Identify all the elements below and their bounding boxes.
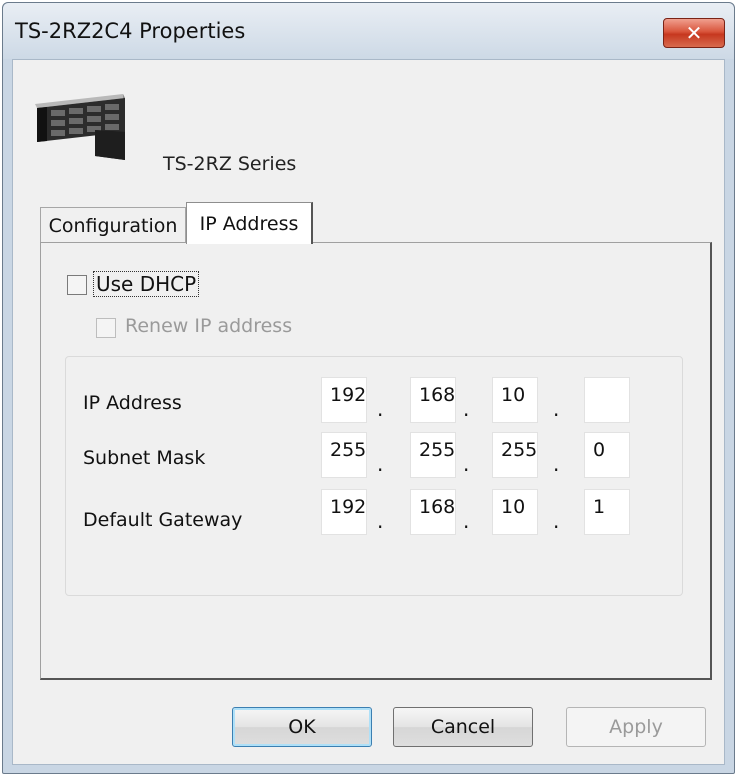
- tab-configuration[interactable]: Configuration: [40, 207, 186, 243]
- default-gateway-octet-1[interactable]: 192: [321, 489, 367, 535]
- renew-ip-label[interactable]: Renew IP address: [125, 315, 292, 337]
- cancel-button[interactable]: Cancel: [393, 707, 533, 747]
- dialog-body: TS-2RZ Series Configuration IP Address U…: [12, 59, 725, 765]
- subnet-mask-separator: .: [463, 452, 470, 476]
- default-gateway-separator: .: [377, 509, 384, 533]
- renew-ip-checkbox[interactable]: [96, 318, 116, 338]
- cancel-button-label: Cancel: [430, 716, 496, 738]
- ip-address-tab-panel: Use DHCP Renew IP address IP Address 192…: [40, 242, 712, 680]
- ip-address-octet-1[interactable]: 192: [321, 377, 367, 423]
- properties-dialog: TS-2RZ2C4 Properties ✕ TS-2RZ Series Con…: [2, 2, 735, 774]
- device-image: [35, 94, 125, 160]
- default-gateway-octet-4[interactable]: 1: [584, 489, 630, 535]
- device-series-label: TS-2RZ Series: [163, 153, 297, 175]
- default-gateway-octet-3[interactable]: 10: [492, 489, 538, 535]
- subnet-mask-label: Subnet Mask: [83, 447, 206, 469]
- tab-ip-address-label: IP Address: [199, 212, 299, 235]
- ip-address-separator: .: [463, 397, 470, 421]
- ok-button[interactable]: OK: [232, 707, 372, 747]
- title-bar[interactable]: TS-2RZ2C4 Properties ✕: [3, 3, 734, 59]
- subnet-mask-separator: .: [377, 452, 384, 476]
- close-icon: ✕: [685, 21, 703, 45]
- subnet-mask-separator: .: [553, 452, 560, 476]
- ip-address-label: IP Address: [83, 392, 182, 414]
- default-gateway-separator: .: [463, 509, 470, 533]
- use-dhcp-checkbox[interactable]: [67, 275, 87, 295]
- apply-button-label: Apply: [609, 716, 663, 738]
- apply-button[interactable]: Apply: [566, 707, 706, 747]
- ip-address-octet-3[interactable]: 10: [492, 377, 538, 423]
- subnet-mask-octet-2[interactable]: 255: [410, 432, 456, 478]
- window-title: TS-2RZ2C4 Properties: [15, 19, 246, 43]
- ip-settings-group: IP Address 192 . 168 . 10 . Subnet Mask …: [65, 356, 683, 596]
- ok-button-label: OK: [288, 716, 316, 738]
- subnet-mask-octet-3[interactable]: 255: [492, 432, 538, 478]
- ip-address-separator: .: [377, 397, 384, 421]
- default-gateway-separator: .: [553, 509, 560, 533]
- default-gateway-octet-2[interactable]: 168: [410, 489, 456, 535]
- default-gateway-label: Default Gateway: [83, 509, 243, 531]
- subnet-mask-octet-4[interactable]: 0: [584, 432, 630, 478]
- tab-ip-address[interactable]: IP Address: [186, 202, 313, 244]
- subnet-mask-octet-1[interactable]: 255: [321, 432, 367, 478]
- close-button[interactable]: ✕: [663, 18, 725, 48]
- ip-address-octet-2[interactable]: 168: [410, 377, 456, 423]
- tab-configuration-label: Configuration: [48, 214, 178, 237]
- ip-address-separator: .: [553, 397, 560, 421]
- ip-address-octet-4[interactable]: [584, 377, 630, 423]
- use-dhcp-label[interactable]: Use DHCP: [93, 271, 200, 297]
